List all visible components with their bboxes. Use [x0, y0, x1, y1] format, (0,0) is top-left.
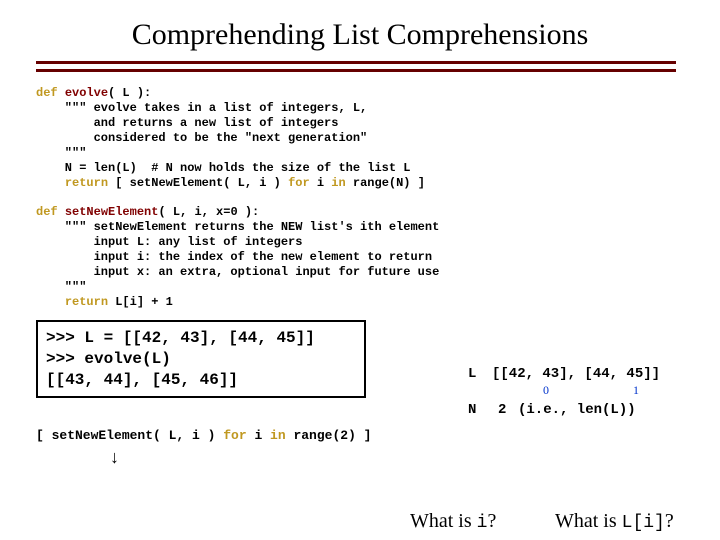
kw-def: def — [36, 205, 58, 219]
kw-for: for — [223, 428, 246, 443]
annot-L-idx0: 0 — [543, 383, 549, 398]
annot-L-idx1: 1 — [633, 383, 639, 398]
slide-title: Comprehending List Comprehensions — [0, 0, 720, 60]
code-evolve: def evolve( L ): """ evolve takes in a l… — [36, 86, 684, 191]
kw-in: in — [331, 176, 345, 190]
expanded-listcomp: [ setNewElement( L, i ) for i in range(2… — [36, 428, 720, 443]
annot-N-note: (i.e., len(L)) — [518, 402, 636, 418]
repl-box: >>> L = [[42, 43], [44, 45]] >>> evolve(… — [36, 320, 366, 398]
var-i: i — [477, 513, 488, 533]
kw-in: in — [270, 428, 286, 443]
annot-N-value: 2 — [498, 402, 506, 418]
kw-def: def — [36, 86, 58, 100]
annot-L-value: [[42, 43], [44, 45]] — [492, 366, 660, 382]
fn-evolve: evolve — [65, 86, 108, 100]
fn-setnewelement: setNewElement — [65, 205, 159, 219]
annot-N-label: N — [468, 402, 476, 418]
annot-L-label: L — [468, 366, 476, 382]
rule-top — [36, 61, 676, 64]
kw-for: for — [288, 176, 310, 190]
rule-bottom — [36, 69, 676, 72]
question-L-i: What is L[i]? — [555, 510, 674, 533]
kw-return: return — [65, 295, 108, 309]
question-i: What is i? — [410, 510, 496, 533]
var-Li: L[i] — [622, 513, 665, 533]
down-arrow-icon: ↓ — [110, 447, 119, 468]
code-setnewelement: def setNewElement( L, i, x=0 ): """ setN… — [36, 205, 684, 310]
kw-return: return — [65, 176, 108, 190]
